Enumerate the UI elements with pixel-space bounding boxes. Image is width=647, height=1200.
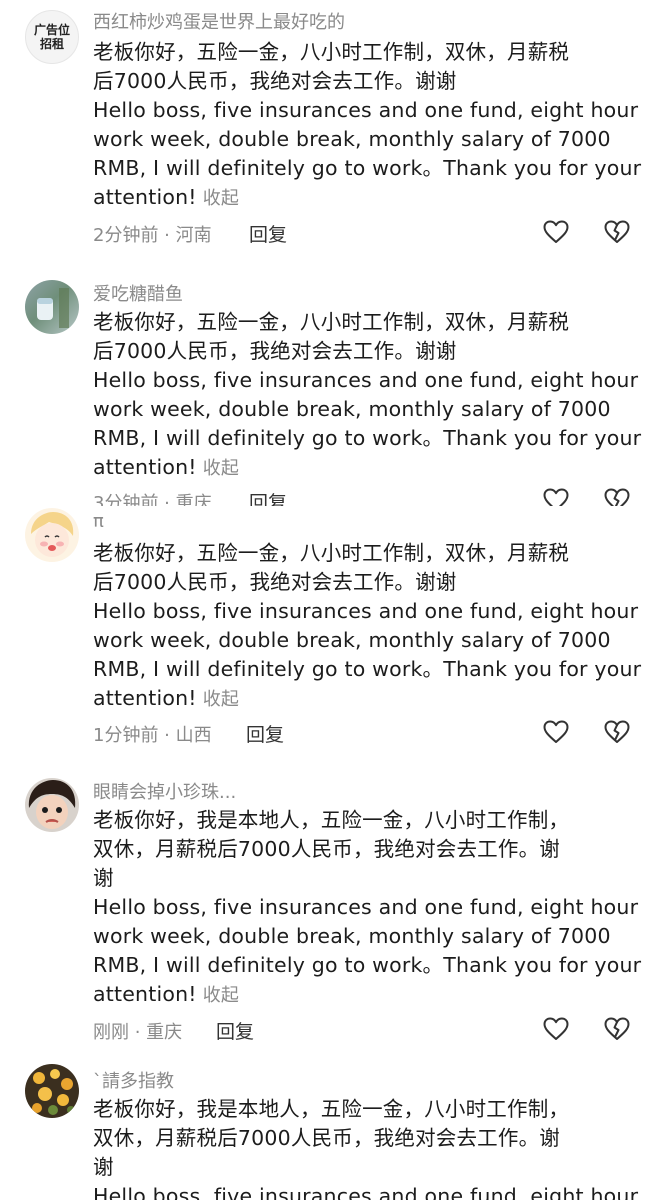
avatar[interactable]: [25, 778, 79, 832]
broken-heart-outline-icon[interactable]: [603, 486, 631, 506]
comment-item: `請多指教 老板你好，我是本地人，五险一金，八小时工作制， 双休，月薪税后700…: [0, 1058, 647, 1200]
time-location: 2分钟前 · 河南: [93, 225, 212, 246]
heart-outline-icon[interactable]: [542, 486, 570, 506]
avatar[interactable]: [25, 508, 79, 562]
heart-outline-icon[interactable]: [542, 1015, 570, 1043]
avatar[interactable]: [25, 280, 79, 334]
comment-text: 老板你好，五险一金，八小时工作制，双休，月薪税 后7000人民币，我绝对会去工作…: [93, 541, 642, 710]
comment-text: 老板你好，我是本地人，五险一金，八小时工作制， 双休，月薪税后7000人民币，我…: [93, 1097, 639, 1200]
avatar[interactable]: 广告位 招租: [25, 10, 79, 64]
collapse-link[interactable]: 收起: [203, 188, 239, 209]
heart-outline-icon[interactable]: [542, 718, 570, 746]
comment-text: 老板你好，五险一金，八小时工作制，双休，月薪税 后7000人民币，我绝对会去工作…: [93, 40, 642, 209]
comment-text: 老板你好，我是本地人，五险一金，八小时工作制， 双休，月薪税后7000人民币，我…: [93, 808, 642, 1006]
reply-button[interactable]: 回复: [249, 488, 287, 506]
time-location: 3分钟前 · 重庆: [93, 493, 212, 506]
broken-heart-outline-icon[interactable]: [603, 718, 631, 746]
collapse-link[interactable]: 收起: [203, 458, 239, 479]
reply-button[interactable]: 回复: [249, 220, 287, 247]
broken-heart-outline-icon[interactable]: [603, 218, 631, 246]
collapse-link[interactable]: 收起: [203, 689, 239, 710]
comment-item: 爱吃糖醋鱼 老板你好，五险一金，八小时工作制，双休，月薪税 后7000人民币，我…: [0, 270, 647, 506]
avatar[interactable]: [25, 1064, 79, 1118]
username[interactable]: `請多指教: [93, 1067, 174, 1093]
time-location: 1分钟前 · 山西: [93, 725, 212, 746]
comment-item: 眼睛会掉小珍珠... 老板你好，我是本地人，五险一金，八小时工作制， 双休，月薪…: [0, 768, 647, 1058]
comment-text: 老板你好，五险一金，八小时工作制，双休，月薪税 后7000人民币，我绝对会去工作…: [93, 310, 642, 479]
reply-button[interactable]: 回复: [246, 720, 284, 747]
comment-item: π 老板你好，五险一金，八小时工作制，双休，月薪税 后7000人民币，我绝对会去…: [0, 506, 647, 768]
time-location: 刚刚 · 重庆: [93, 1022, 183, 1043]
collapse-link[interactable]: 收起: [203, 985, 239, 1006]
comment-item: 广告位 招租 西红柿炒鸡蛋是世界上最好吃的 老板你好，五险一金，八小时工作制，双…: [0, 0, 647, 265]
username[interactable]: 爱吃糖醋鱼: [93, 280, 183, 306]
username[interactable]: 眼睛会掉小珍珠...: [93, 778, 236, 804]
username[interactable]: π: [93, 511, 104, 532]
broken-heart-outline-icon[interactable]: [603, 1015, 631, 1043]
username[interactable]: 西红柿炒鸡蛋是世界上最好吃的: [93, 8, 345, 34]
heart-outline-icon[interactable]: [542, 218, 570, 246]
reply-button[interactable]: 回复: [216, 1017, 254, 1044]
